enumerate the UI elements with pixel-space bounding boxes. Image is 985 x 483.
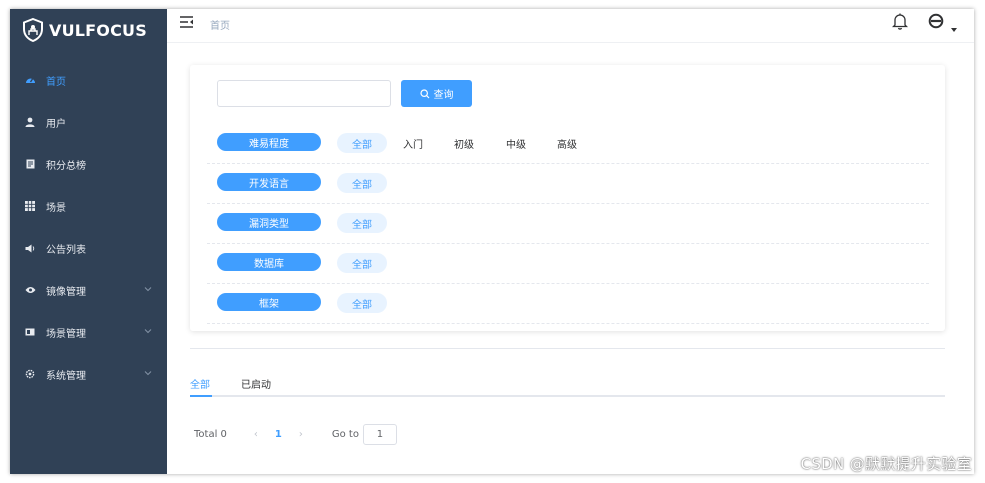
tab-started[interactable]: 已启动 [241,376,271,391]
sidebar: VULFOCUS 首页 用户 积分总榜 场景 公告列表 镜像管理 场景管理 系统… [10,9,167,474]
filter-category-tag[interactable]: 漏洞类型 [217,213,321,231]
sidebar-item-home[interactable]: 首页 [10,59,167,101]
pagination-total: Total 0 [194,428,227,440]
page-number[interactable]: 1 [275,429,282,440]
filter-option-all[interactable]: 全部 [337,213,387,233]
brand[interactable]: VULFOCUS [10,9,167,51]
filter-option[interactable]: 初级 [454,136,474,151]
sidebar-item-label: 首页 [46,76,66,88]
filter-row-framework: 框架 全部 [207,284,929,324]
goto-label: Go to [331,428,359,440]
filter-category-tag[interactable]: 框架 [217,293,321,311]
filter-option-all[interactable]: 全部 [337,133,387,153]
sidebar-item-label: 公告列表 [46,244,86,256]
filter-row-difficulty: 难易程度 全部 入门 初级 中级 高级 [207,124,929,164]
gear-icon [24,368,36,380]
top-navbar: 首页 [167,9,974,43]
sidebar-item-scene[interactable]: 场景 [10,185,167,227]
filter-row-vuln-type: 漏洞类型 全部 [207,204,929,244]
avatar[interactable] [928,13,944,29]
search-input[interactable] [217,80,391,107]
dashboard-icon [24,74,36,86]
shield-logo-icon [23,18,43,42]
megaphone-icon [24,242,36,254]
filter-category-tag[interactable]: 难易程度 [217,133,321,151]
brand-name: VULFOCUS [49,20,147,40]
sidebar-item-label: 场景管理 [46,328,86,340]
search-icon [419,88,429,98]
sidebar-item-scene-management[interactable]: 场景管理 [10,311,167,353]
next-page-icon[interactable]: › [293,429,309,440]
active-tab-indicator [190,395,212,397]
hamburger-toggle-icon[interactable] [180,16,194,28]
filter-option[interactable]: 入门 [403,136,423,151]
sidebar-item-label: 系统管理 [46,370,86,382]
search-button-label: 查询 [433,90,454,101]
card-icon [24,326,36,338]
filter-row-database: 数据库 全部 [207,244,929,284]
sidebar-item-image-management[interactable]: 镜像管理 [10,269,167,311]
goto-page-input[interactable]: 1 [362,423,397,445]
document-icon [24,158,36,170]
filter-option-all[interactable]: 全部 [337,253,387,273]
sidebar-item-label: 积分总榜 [46,160,86,172]
filter-category-tag[interactable]: 开发语言 [217,173,321,191]
filter-card: 查询 难易程度 全部 入门 初级 中级 高级 开发语言 全部 漏洞类型 全部 数… [190,65,945,331]
filter-option[interactable]: 高级 [557,136,577,151]
prev-page-icon[interactable]: ‹ [248,429,264,440]
bell-icon[interactable] [892,12,908,30]
status-tabs: 全部 已启动 [190,373,945,397]
filter-option-all[interactable]: 全部 [337,293,387,313]
tab-all[interactable]: 全部 [190,376,210,391]
sidebar-item-announcements[interactable]: 公告列表 [10,227,167,269]
watermark: CSDN @默默提升实验室 [800,455,972,473]
app-window: VULFOCUS 首页 用户 积分总榜 场景 公告列表 镜像管理 场景管理 系统… [10,9,974,474]
chevron-down-icon [144,371,152,376]
chevron-down-icon [144,287,152,292]
divider [190,348,945,349]
caret-down-icon[interactable] [951,28,957,32]
user-icon [24,116,36,128]
sidebar-item-ranking[interactable]: 积分总榜 [10,143,167,185]
breadcrumb[interactable]: 首页 [210,17,230,32]
eye-icon [24,284,36,296]
pagination: Total 0 ‹ 1 › Go to 1 [194,423,397,445]
filter-option[interactable]: 中级 [506,136,526,151]
chevron-down-icon [144,329,152,334]
sidebar-item-system-management[interactable]: 系统管理 [10,353,167,395]
search-button[interactable]: 查询 [401,80,472,107]
sidebar-item-user[interactable]: 用户 [10,101,167,143]
grid-icon [24,200,36,212]
sidebar-menu: 首页 用户 积分总榜 场景 公告列表 镜像管理 场景管理 系统管理 [10,59,167,395]
filter-row-language: 开发语言 全部 [207,164,929,204]
sidebar-item-label: 镜像管理 [46,286,86,298]
sidebar-item-label: 场景 [46,202,66,214]
filter-option-all[interactable]: 全部 [337,173,387,193]
sidebar-item-label: 用户 [46,118,66,130]
filter-category-tag[interactable]: 数据库 [217,253,321,271]
